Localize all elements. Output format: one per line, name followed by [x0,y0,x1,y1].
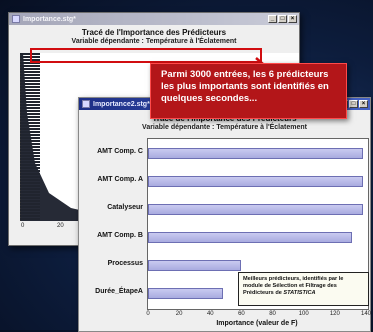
back-chart-subtitle: Variable dépendante : Température à l'Éc… [71,38,237,45]
dense-bar [20,134,40,136]
note-line: Prédicteurs de STATISTICA [243,290,364,297]
dense-bar [20,83,40,85]
x-axis-label: Importance (valeur de F) [216,320,298,327]
dense-bar [20,164,40,166]
dense-bar [20,104,40,106]
dense-bar [20,206,40,208]
dense-bar [20,161,40,163]
dense-bar [20,152,40,154]
x-tick-label: 120 [329,311,340,317]
chart-subtitle: Variable dépendante : Température à l'Éc… [142,124,307,131]
dense-bar [20,92,40,94]
dense-bar [20,101,40,103]
dense-bar [20,185,40,187]
highlight-box [30,48,262,63]
x-tick-label: 20 [175,311,183,317]
maximize-button[interactable]: □ [278,15,287,23]
dense-bar [20,188,40,190]
close-button[interactable]: × [288,15,297,23]
dense-bar [20,209,40,211]
dense-bar [20,140,40,142]
dense-bar [20,158,40,160]
dense-bar [20,119,40,121]
bar [148,147,363,159]
dense-bars [20,53,40,221]
dense-bar [20,131,40,133]
back-chart-title: Tracé de l'Importance des Prédicteurs [81,28,227,37]
note-line: module de Sélection et Filtrage des [243,283,337,289]
dense-bar [20,137,40,139]
x-tick-label: 40 [206,311,214,317]
category-label: Processus [107,260,143,267]
x-tick-label: 80 [269,311,276,317]
category-label: Catalyseur [107,204,143,211]
dense-bar [20,170,40,172]
x-tick-label: 100 [298,311,309,317]
minimize-button[interactable]: _ [268,15,277,23]
dense-bar [20,107,40,109]
dense-bar [20,125,40,127]
back-x-tick: 20 [57,223,64,229]
dense-bar [20,149,40,151]
note-prefix: Prédicteurs de [243,290,284,296]
dense-bar [20,167,40,169]
dense-bar [20,113,40,115]
dense-bar [20,200,40,202]
dense-bar [20,146,40,148]
dense-bar [20,89,40,91]
bar [148,175,363,187]
bar [148,203,363,215]
dense-bar [20,110,40,112]
maximize-button[interactable]: □ [349,100,358,108]
note-box: Meilleurs prédicteurs, identifiés par le… [238,272,369,306]
category-label: AMT Comp. A [97,176,143,183]
dense-bar [20,194,40,196]
note-line: Meilleurs prédicteurs, identifiés par le [243,276,344,282]
category-label: AMT Comp. B [97,232,143,239]
dense-bar [20,86,40,88]
bar [148,231,352,243]
category-label: Durée_ÉtapeA [95,288,143,295]
x-tick-label: 60 [238,311,245,317]
dense-bar [20,77,40,79]
dense-bar [20,197,40,199]
callout-text: Parmi 3000 entrées, les 6 prédicteurs le… [161,69,329,104]
bar [148,259,242,271]
dense-bar [20,182,40,184]
chart-window-icon [82,100,90,108]
dense-bar [20,98,40,100]
dense-bar [20,128,40,130]
note-brand: STATISTICA [283,290,316,296]
dense-bar [20,143,40,145]
dense-bar [20,65,40,67]
category-label: AMT Comp. C [97,148,143,155]
dense-bar [20,74,40,76]
dense-bar [20,203,40,205]
dense-bar [20,122,40,124]
dense-bar [20,80,40,82]
chart-window-icon [12,15,20,23]
dense-bar [20,215,40,217]
back-window-title: Importance.stg* [23,15,76,23]
back-x-tick: 0 [21,223,25,229]
dense-bar [20,176,40,178]
dense-bar [20,173,40,175]
close-button[interactable]: × [359,100,368,108]
dense-bar [20,95,40,97]
dense-bar [20,155,40,157]
dense-bar [20,218,40,220]
x-tick-label: 140 [360,311,372,317]
dense-bar [20,71,40,73]
callout-box: Parmi 3000 entrées, les 6 prédicteurs le… [150,63,347,119]
dense-bar [20,68,40,70]
bar [148,287,223,299]
x-tick-label: 0 [146,311,150,317]
dense-bar [20,116,40,118]
dense-bar [20,191,40,193]
dense-bar [20,212,40,214]
back-window-titlebar[interactable]: Importance.stg* _ □ × [9,13,299,25]
dense-bar [20,179,40,181]
